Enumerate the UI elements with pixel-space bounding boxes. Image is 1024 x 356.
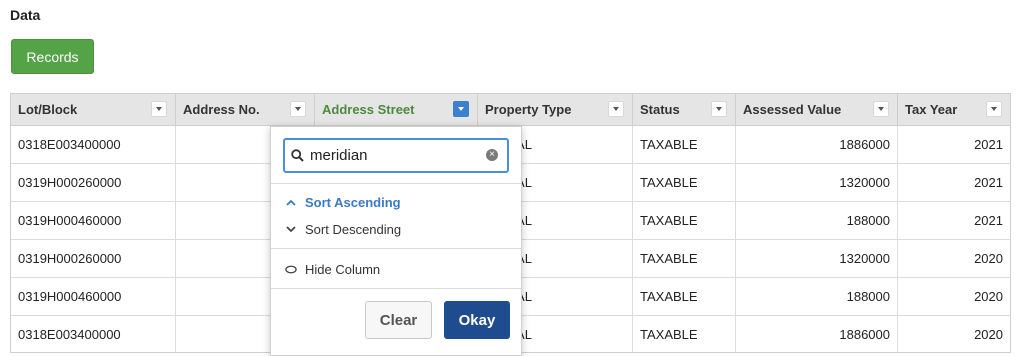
dropdown-caret-icon <box>991 107 997 111</box>
cell-assessed-value: 1320000 <box>736 240 898 277</box>
cell-lot-block: 0319H000460000 <box>11 278 176 315</box>
column-header-lot-block[interactable]: Lot/Block <box>11 94 176 125</box>
column-menu-button[interactable] <box>711 101 727 117</box>
eye-icon <box>285 265 297 274</box>
hide-column-item[interactable]: Hide Column <box>285 262 380 277</box>
hide-column-label: Hide Column <box>305 262 381 277</box>
cell-status: TAXABLE <box>633 202 736 239</box>
search-input[interactable] <box>310 147 480 164</box>
column-header-label: Tax Year <box>905 102 958 117</box>
cell-lot-block: 0319H000260000 <box>11 240 176 277</box>
divider <box>271 183 521 184</box>
okay-button[interactable]: Okay <box>444 301 510 339</box>
cell-tax-year: 2021 <box>974 213 1003 228</box>
cell-lot-block: 0319H000460000 <box>11 202 176 239</box>
clear-x-icon[interactable]: × <box>486 149 498 161</box>
grid-header: Lot/Block Address No. Address Street Pro… <box>11 94 1010 126</box>
clear-button[interactable]: Clear <box>365 301 432 339</box>
column-header-address-street[interactable]: Address Street <box>315 94 478 125</box>
column-header-label: Address Street <box>322 102 415 117</box>
cell-status: TAXABLE <box>633 316 736 352</box>
column-menu-button[interactable] <box>873 101 889 117</box>
dropdown-caret-icon <box>295 107 301 111</box>
dropdown-caret-icon <box>156 107 162 111</box>
chevron-up-icon <box>285 199 297 206</box>
sort-descending-item[interactable]: Sort Descending <box>285 222 401 237</box>
column-menu-button[interactable] <box>151 101 167 117</box>
column-header-assessed-value[interactable]: Assessed Value <box>736 94 898 125</box>
cell-status: TAXABLE <box>633 164 736 201</box>
cell-lot-block: 0318E003400000 <box>11 316 176 352</box>
cell-status: TAXABLE <box>633 278 736 315</box>
cell-tax-year: 2020 <box>974 327 1003 342</box>
cell-assessed-value: 1886000 <box>736 126 898 163</box>
cell-assessed-value: 188000 <box>736 202 898 239</box>
sort-ascending-item[interactable]: Sort Ascending <box>285 195 401 210</box>
dropdown-caret-icon <box>613 107 619 111</box>
column-header-status[interactable]: Status <box>633 94 736 125</box>
column-menu-button-active[interactable] <box>453 101 469 117</box>
dropdown-caret-icon <box>878 107 884 111</box>
records-button[interactable]: Records <box>11 39 94 74</box>
cell-tax-year: 2021 <box>974 175 1003 190</box>
column-header-label: Property Type <box>485 102 572 117</box>
search-box[interactable]: × <box>283 138 509 173</box>
cell-tax-year: 2020 <box>974 251 1003 266</box>
cell-assessed-value: 188000 <box>736 278 898 315</box>
column-menu-button[interactable] <box>986 101 1002 117</box>
column-header-label: Status <box>640 102 680 117</box>
cell-assessed-value: 1320000 <box>736 164 898 201</box>
sort-descending-label: Sort Descending <box>305 222 402 237</box>
cell-assessed-value: 1886000 <box>736 316 898 352</box>
column-menu-button[interactable] <box>290 101 306 117</box>
column-menu-button[interactable] <box>608 101 624 117</box>
column-header-address-no[interactable]: Address No. <box>176 94 315 125</box>
column-header-property-type[interactable]: Property Type <box>478 94 633 125</box>
column-header-label: Address No. <box>183 102 260 117</box>
chevron-down-icon <box>285 226 297 233</box>
dropdown-caret-icon <box>458 107 464 111</box>
section-title: Data <box>10 7 41 23</box>
cell-tax-year: 2021 <box>974 137 1003 152</box>
cell-lot-block: 0318E003400000 <box>11 126 176 163</box>
column-header-label: Lot/Block <box>18 102 78 117</box>
sort-ascending-label: Sort Ascending <box>305 195 401 210</box>
column-header-label: Assessed Value <box>743 102 842 117</box>
column-header-tax-year[interactable]: Tax Year <box>898 94 1010 125</box>
cell-tax-year: 2020 <box>974 289 1003 304</box>
dropdown-caret-icon <box>716 107 722 111</box>
column-menu-popup: × Sort Ascending Sort Descending Hide Co… <box>270 126 522 356</box>
cell-status: TAXABLE <box>633 240 736 277</box>
cell-status: TAXABLE <box>633 126 736 163</box>
divider <box>271 288 521 289</box>
cell-lot-block: 0319H000260000 <box>11 164 176 201</box>
search-icon <box>291 149 304 162</box>
divider <box>271 248 521 249</box>
